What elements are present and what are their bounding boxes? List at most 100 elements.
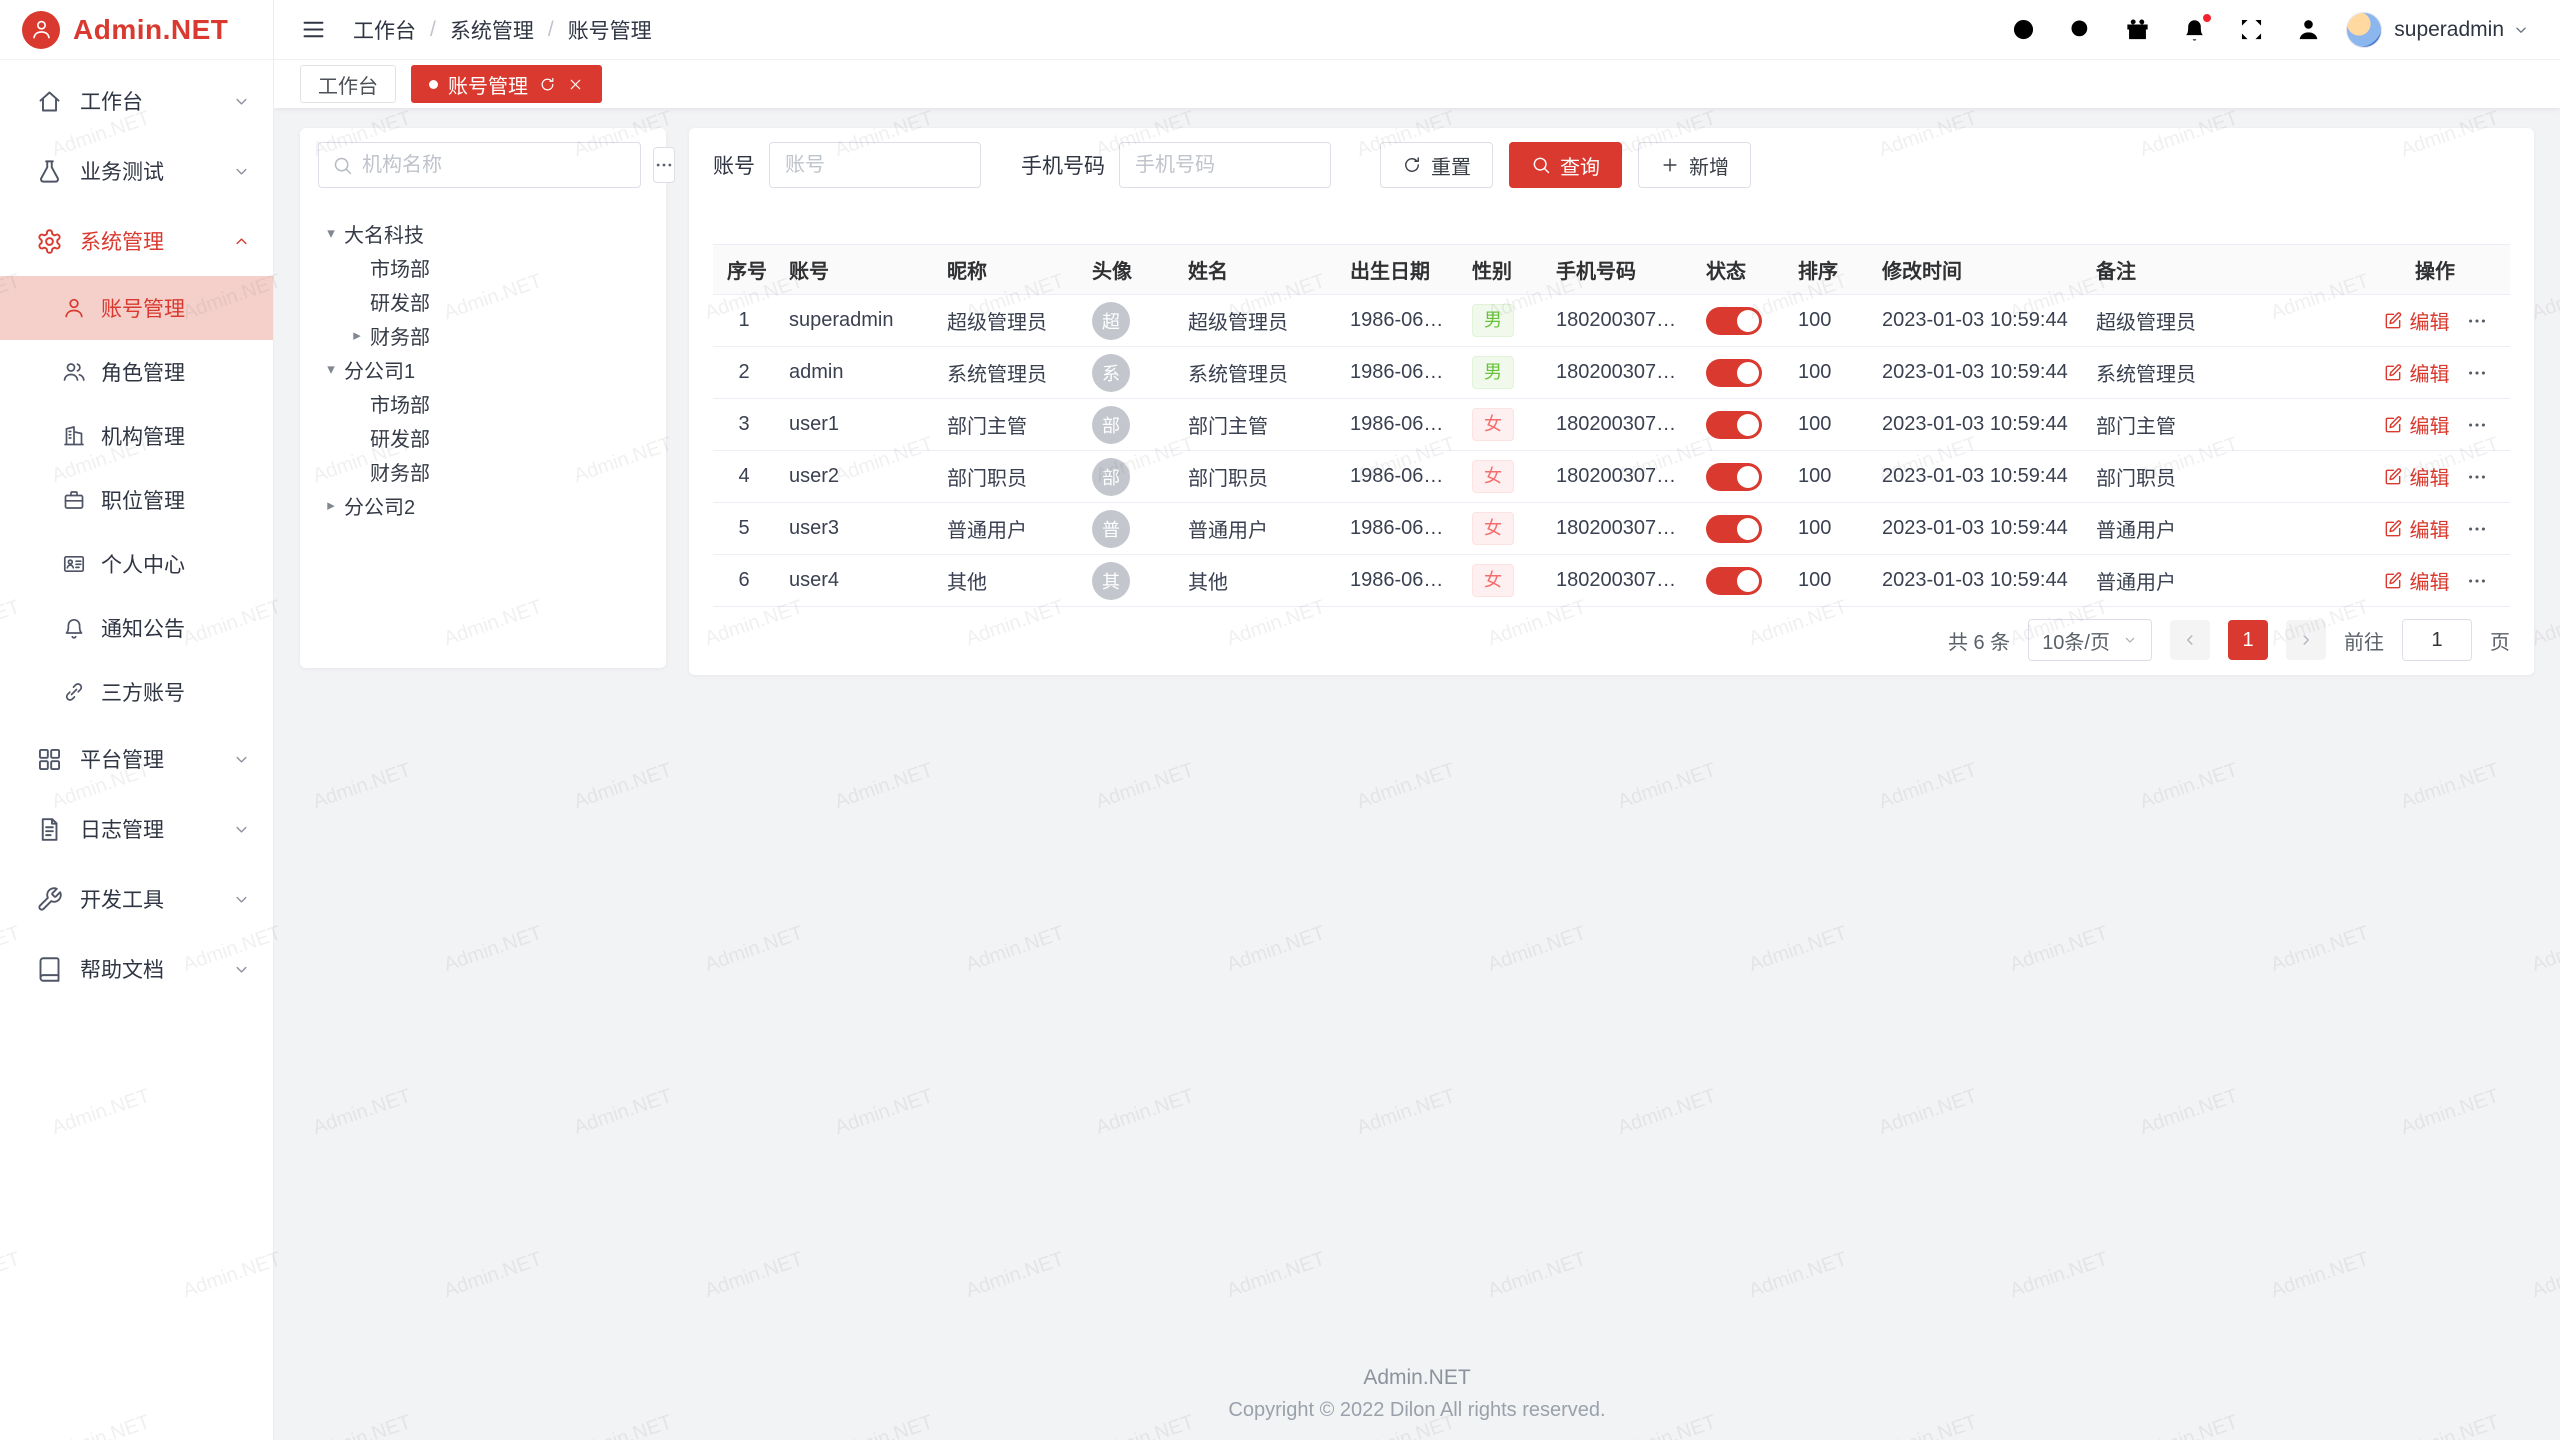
sidebar-item-notice[interactable]: 通知公告 (0, 596, 273, 660)
add-button[interactable]: 新增 (1638, 142, 1751, 188)
cell-remark: 部门主管 (2082, 399, 2360, 451)
app-logo[interactable]: Admin.NET (0, 0, 273, 60)
sidebar-item-label: 账号管理 (101, 293, 185, 323)
sidebar-item-org-manage[interactable]: 机构管理 (0, 404, 273, 468)
breadcrumb-item[interactable]: 账号管理 (568, 15, 652, 45)
username[interactable]: superadmin (2394, 18, 2504, 42)
row-more-button[interactable] (2466, 414, 2488, 436)
search-button[interactable]: 查询 (1509, 142, 1622, 188)
notification-bell-icon[interactable] (2181, 16, 2208, 43)
edit-label: 编辑 (2410, 306, 2450, 335)
breadcrumb-item[interactable]: 系统管理 (450, 15, 534, 45)
globe-icon[interactable] (2010, 16, 2037, 43)
row-more-button[interactable] (2466, 518, 2488, 540)
next-page-button[interactable] (2286, 620, 2326, 660)
table-row[interactable]: 3user1部门主管部部门主管1986-06-28女18020030720100… (713, 399, 2510, 451)
prev-page-button[interactable] (2170, 620, 2210, 660)
reset-button[interactable]: 重置 (1380, 142, 1493, 188)
tab-workbench[interactable]: 工作台 (300, 65, 396, 103)
edit-icon (2383, 311, 2403, 331)
gender-badge: 女 (1472, 564, 1514, 596)
edit-button[interactable]: 编辑 (2383, 462, 2450, 491)
table-row[interactable]: 2admin系统管理员系系统管理员1986-06-28男180200307201… (713, 347, 2510, 399)
page-size-select[interactable]: 10条/页 (2028, 619, 2152, 661)
tree-node[interactable]: 市场部 (318, 250, 648, 284)
row-more-button[interactable] (2466, 310, 2488, 332)
sidebar-item-help-docs[interactable]: 帮助文档 (0, 934, 273, 1004)
cell-modified: 2023-01-03 10:59:44 (1868, 503, 2082, 555)
table-row[interactable]: 6user4其他其其他1986-06-28女180200307201002023… (713, 555, 2510, 607)
phone-input[interactable] (1119, 142, 1331, 188)
chevron-down-icon (2122, 632, 2138, 648)
status-toggle[interactable] (1706, 463, 1762, 491)
profile-icon[interactable] (2295, 16, 2322, 43)
cell-actions: 编辑 (2360, 555, 2510, 607)
table-row[interactable]: 5user3普通用户普普通用户1986-06-28女18020030720100… (713, 503, 2510, 555)
tree-node[interactable]: ▾大名科技 (318, 216, 648, 250)
tree-node[interactable]: ▸财务部 (318, 318, 648, 352)
edit-icon (2383, 363, 2403, 383)
tree-node[interactable]: ▸分公司2 (318, 488, 648, 522)
theme-icon[interactable] (2124, 16, 2151, 43)
edit-button[interactable]: 编辑 (2383, 306, 2450, 335)
row-avatar: 部 (1092, 406, 1130, 444)
chevron-down-icon[interactable] (2512, 21, 2530, 39)
account-input[interactable] (769, 142, 981, 188)
table-row[interactable]: 4user2部门职员部部门职员1986-06-28女18020030720100… (713, 451, 2510, 503)
sidebar-item-third-account[interactable]: 三方账号 (0, 660, 273, 724)
fullscreen-icon[interactable] (2238, 16, 2265, 43)
tab-refresh-icon[interactable] (539, 76, 556, 93)
accounts-table: 序号账号昵称头像姓名出生日期性别手机号码状态排序修改时间备注操作 1supera… (713, 244, 2510, 607)
search-icon[interactable] (2067, 16, 2094, 43)
menu-collapse-icon[interactable] (300, 16, 327, 43)
font-size-icon[interactable] (1953, 16, 1980, 43)
sidebar-item-role-manage[interactable]: 角色管理 (0, 340, 273, 404)
sidebar-item-platform-manage[interactable]: 平台管理 (0, 724, 273, 794)
breadcrumb-item[interactable]: 工作台 (353, 15, 416, 45)
row-more-button[interactable] (2466, 466, 2488, 488)
edit-button[interactable]: 编辑 (2383, 514, 2450, 543)
edit-button[interactable]: 编辑 (2383, 358, 2450, 387)
status-toggle[interactable] (1706, 515, 1762, 543)
tree-node[interactable]: 研发部 (318, 284, 648, 318)
sidebar-item-account-manage[interactable]: 账号管理 (0, 276, 273, 340)
tab-account-manage[interactable]: 账号管理 (411, 65, 602, 103)
table-row[interactable]: 1superadmin超级管理员超超级管理员1986-06-28男1802003… (713, 295, 2510, 347)
sidebar-item-business-test[interactable]: 业务测试 (0, 136, 273, 206)
app-root: Admin.NET 工作台业务测试系统管理账号管理角色管理机构管理职位管理个人中… (0, 0, 2560, 1440)
row-more-button[interactable] (2466, 570, 2488, 592)
cell-nickname: 超级管理员 (933, 295, 1078, 347)
cell-index: 4 (713, 451, 775, 503)
row-more-button[interactable] (2466, 362, 2488, 384)
sidebar-item-personal-center[interactable]: 个人中心 (0, 532, 273, 596)
goto-page-input[interactable] (2402, 619, 2472, 661)
sidebar-item-position-manage[interactable]: 职位管理 (0, 468, 273, 532)
status-toggle[interactable] (1706, 567, 1762, 595)
edit-button[interactable]: 编辑 (2383, 566, 2450, 595)
sidebar-item-log-manage[interactable]: 日志管理 (0, 794, 273, 864)
cell-birthday: 1986-06-28 (1336, 399, 1458, 451)
sidebar-item-system-manage[interactable]: 系统管理 (0, 206, 273, 276)
page-1-button[interactable]: 1 (2228, 620, 2268, 660)
tab-close-icon[interactable] (567, 76, 584, 93)
edit-icon (2383, 415, 2403, 435)
edit-button[interactable]: 编辑 (2383, 410, 2450, 439)
user-avatar[interactable] (2346, 12, 2382, 48)
tree-node[interactable]: 研发部 (318, 420, 648, 454)
tree-more-button[interactable] (653, 147, 675, 183)
sidebar-item-label: 机构管理 (101, 421, 185, 451)
org-name-input[interactable] (362, 154, 627, 177)
status-toggle[interactable] (1706, 359, 1762, 387)
sidebar-item-dev-tools[interactable]: 开发工具 (0, 864, 273, 934)
user-icon (62, 296, 86, 320)
sidebar-item-workbench[interactable]: 工作台 (0, 66, 273, 136)
status-toggle[interactable] (1706, 411, 1762, 439)
tree-node[interactable]: 财务部 (318, 454, 648, 488)
status-toggle[interactable] (1706, 307, 1762, 335)
tree-node[interactable]: ▾分公司1 (318, 352, 648, 386)
cell-birthday: 1986-06-28 (1336, 555, 1458, 607)
cell-avatar: 部 (1078, 451, 1174, 503)
tree-node[interactable]: 市场部 (318, 386, 648, 420)
sidebar-item-label: 日志管理 (80, 814, 164, 844)
cell-status (1692, 295, 1784, 347)
